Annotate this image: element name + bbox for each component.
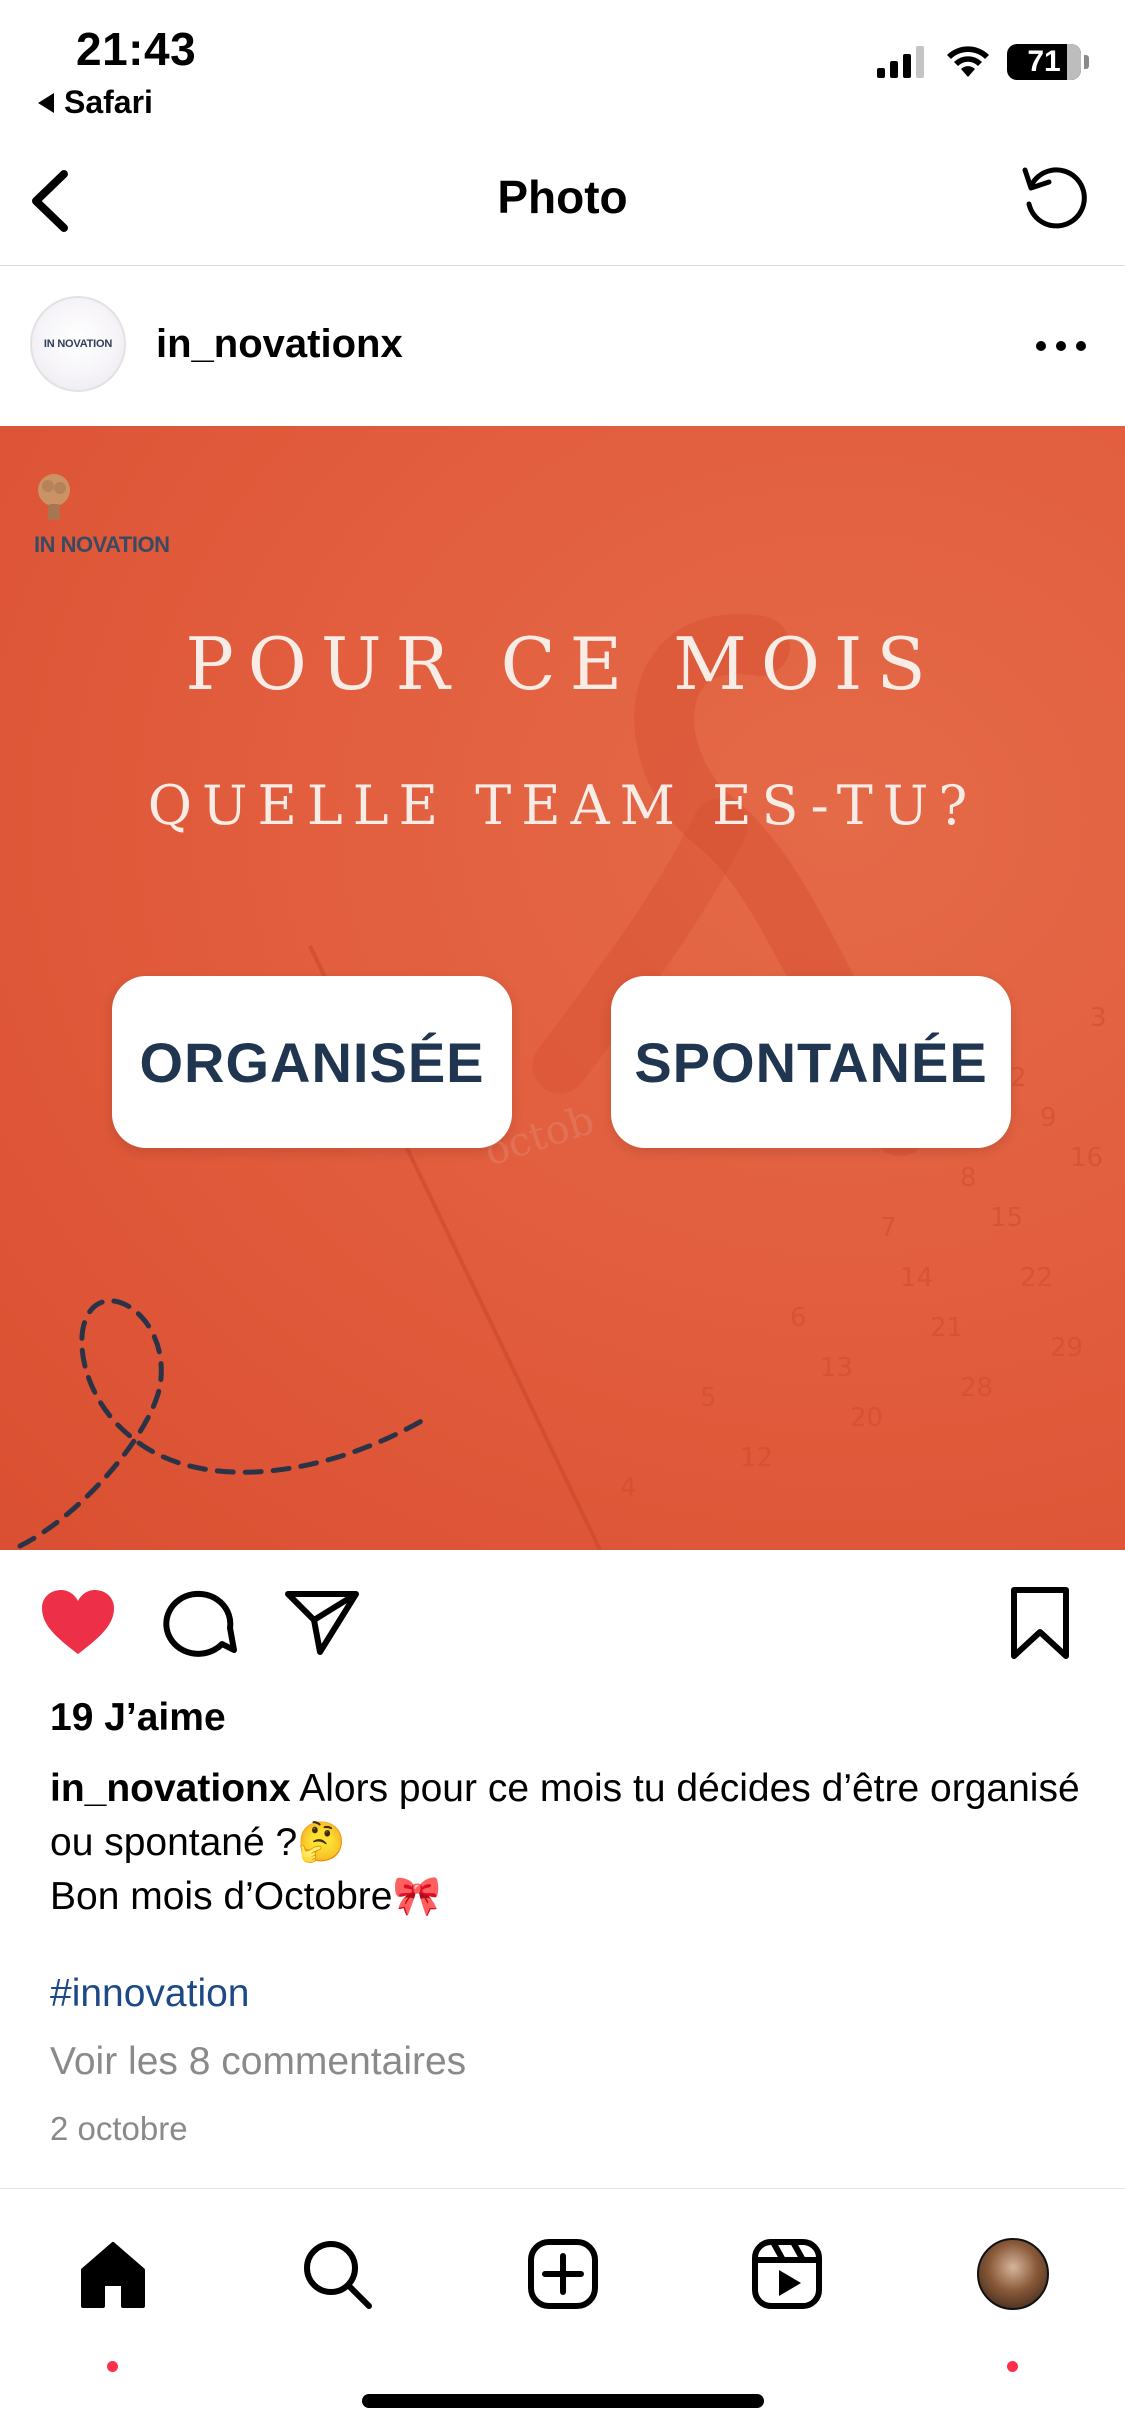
image-headline-line2: QUELLE TEAM ES-TU? — [147, 774, 978, 837]
send-icon[interactable] — [282, 1586, 362, 1660]
like-count[interactable]: 19 J’aime — [50, 1696, 226, 1740]
tab-search[interactable] — [292, 2229, 382, 2319]
svg-text:9: 9 — [1040, 1103, 1057, 1133]
svg-text:2: 2 — [1010, 1063, 1027, 1093]
tab-create[interactable] — [518, 2229, 608, 2319]
status-bar: 21:43 Safari 71 — [0, 0, 1125, 130]
search-icon — [304, 2241, 372, 2309]
battery-level: 71 — [1027, 45, 1061, 78]
tab-reels[interactable] — [742, 2229, 832, 2319]
cellular-signal-icon — [877, 46, 924, 78]
svg-text:21: 21 — [930, 1313, 963, 1343]
option-organisee: ORGANISÉE — [112, 976, 512, 1148]
reels-icon — [752, 2239, 822, 2309]
back-triangle-icon — [38, 92, 54, 113]
svg-text:8: 8 — [960, 1163, 977, 1193]
svg-text:13: 13 — [820, 1353, 853, 1383]
post-date: 2 octobre — [50, 2110, 188, 2147]
refresh-icon[interactable] — [1017, 160, 1093, 236]
svg-text:20: 20 — [850, 1403, 883, 1433]
image-logo-text: IN NOVATION — [34, 532, 170, 557]
add-post-icon — [528, 2239, 598, 2309]
svg-text:16: 16 — [1070, 1143, 1103, 1173]
home-icon — [81, 2242, 145, 2308]
option-spontanee: SPONTANÉE — [611, 976, 1011, 1148]
tab-profile[interactable] — [968, 2229, 1058, 2319]
nav-header: Photo — [0, 130, 1125, 266]
svg-text:3: 3 — [1090, 1003, 1107, 1033]
post-username[interactable]: in_novationx — [156, 322, 403, 367]
post-caption: in_novationx Alors pour ce mois tu décid… — [50, 1762, 1080, 1924]
home-notification-dot — [107, 2361, 118, 2372]
home-indicator[interactable] — [362, 2394, 764, 2408]
battery-icon: 71 — [1007, 44, 1089, 80]
svg-text:22: 22 — [1020, 1263, 1053, 1293]
comment-icon[interactable] — [160, 1586, 240, 1660]
wifi-icon — [947, 46, 989, 77]
avatar-logo-text: IN NOVATION — [43, 338, 113, 350]
bookmark-icon[interactable] — [1000, 1586, 1080, 1660]
svg-text:4: 4 — [620, 1473, 637, 1503]
image-logo: IN NOVATION — [34, 470, 170, 557]
svg-text:7: 7 — [880, 1213, 897, 1243]
post-header: IN NOVATION in_novationx — [0, 266, 1125, 426]
avatar[interactable]: IN NOVATION — [30, 296, 126, 392]
svg-text:5: 5 — [700, 1383, 717, 1413]
status-time: 21:43 — [76, 23, 197, 75]
svg-text:29: 29 — [1050, 1333, 1083, 1363]
brain-bulb-logo-icon — [38, 474, 70, 520]
svg-text:12: 12 — [740, 1443, 773, 1473]
page-title: Photo — [497, 171, 628, 223]
hashtag-link[interactable]: #innovation — [50, 1972, 250, 2016]
heart-icon[interactable] — [38, 1586, 118, 1660]
caption-username[interactable]: in_novationx — [50, 1767, 291, 1810]
caption-text-line2: Bon mois d’Octobre🎀 — [50, 1875, 442, 1918]
more-horizontal-icon[interactable] — [1031, 326, 1091, 366]
back-app-label: Safari — [64, 84, 153, 120]
profile-avatar — [977, 2238, 1049, 2310]
svg-text:14: 14 — [900, 1263, 933, 1293]
tab-home[interactable] — [68, 2229, 158, 2319]
svg-text:28: 28 — [960, 1373, 993, 1403]
image-headline-line1: POUR CE MOIS — [185, 622, 940, 706]
back-to-safari-button[interactable]: Safari — [38, 84, 153, 121]
post-actions — [0, 1550, 1125, 1690]
profile-notification-dot — [1007, 2361, 1018, 2372]
post-image[interactable]: 123 789 6141516 5132122 412202829 octob … — [0, 426, 1125, 1550]
view-comments-link[interactable]: Voir les 8 commentaires — [50, 2040, 466, 2084]
status-icons: 71 — [877, 44, 1089, 80]
svg-text:6: 6 — [790, 1303, 807, 1333]
svg-text:15: 15 — [990, 1203, 1023, 1233]
